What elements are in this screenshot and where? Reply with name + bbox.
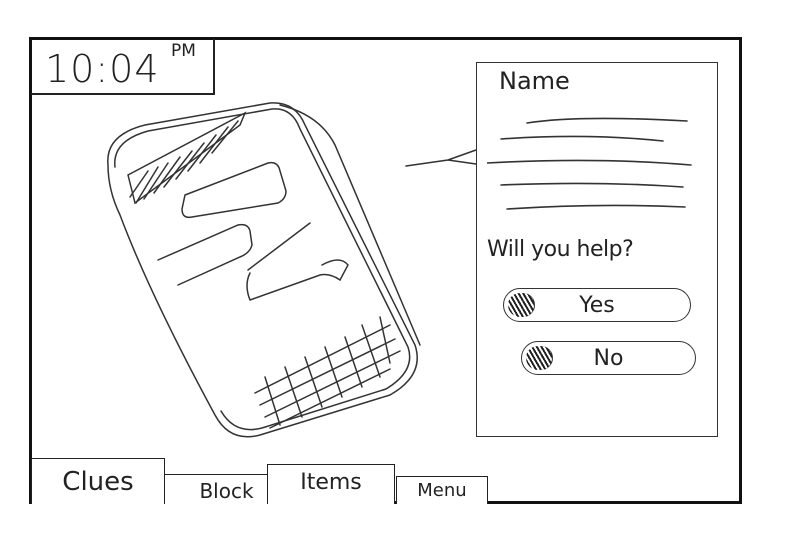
no-button[interactable]: No [521, 341, 696, 375]
tab-clues[interactable]: Clues [31, 458, 165, 504]
yes-button-label: Yes [579, 292, 615, 318]
bottom-tab-bar: Clues Block Items Menu [31, 455, 501, 504]
tab-menu-label: Menu [417, 480, 467, 501]
dialog-text-lines [487, 117, 692, 210]
tab-items[interactable]: Items [267, 464, 395, 504]
clock-ampm: PM [171, 41, 196, 61]
dialog-name-label: Name [499, 67, 570, 95]
clock-box: 10:04 PM [31, 39, 215, 95]
tab-clues-label: Clues [62, 467, 134, 497]
no-button-label: No [593, 345, 624, 371]
speech-pointer-icon [405, 149, 477, 167]
yes-button[interactable]: Yes [503, 288, 691, 322]
tab-items-label: Items [300, 470, 362, 495]
character-dialog: Name Will you help? Yes No [476, 62, 718, 437]
dialog-question: Will you help? [487, 237, 634, 262]
phone-device-icon[interactable] [90, 95, 430, 445]
clock-time: 10:04 [45, 47, 160, 91]
tab-menu[interactable]: Menu [396, 476, 488, 504]
